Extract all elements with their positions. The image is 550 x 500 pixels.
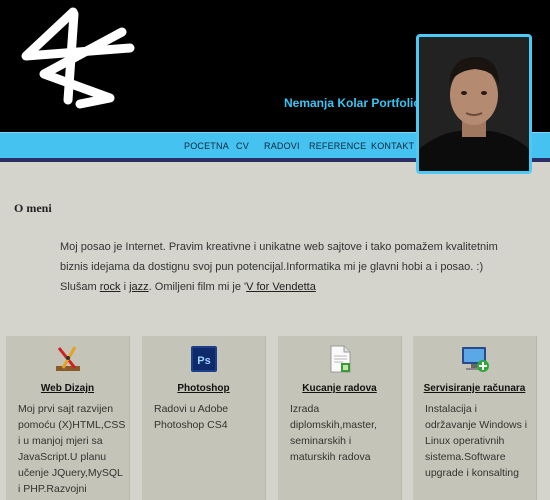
computer-service-icon — [461, 347, 489, 372]
site-title: Nemanja Kolar Portfolio — [284, 96, 421, 110]
card-line: i PHP.Razvojni — [18, 483, 87, 495]
card-line: Izrada — [290, 403, 320, 415]
card-line: pomoću (X)HTML,CSS — [18, 419, 126, 431]
nav-item-pocetna[interactable]: POCETNA — [184, 133, 229, 159]
card-line: maturskih radova — [290, 451, 371, 463]
service-card-photoshop: Ps Photoshop Radovi u Adobe Photoshop CS… — [142, 336, 266, 500]
about-line: Slušam rock i jazz. Omiljeni film mi je … — [60, 277, 510, 297]
web-design-icon — [55, 346, 80, 371]
nav-item-reference[interactable]: REFERENCE — [309, 133, 366, 159]
document-icon — [330, 345, 350, 373]
service-card-kucanje-radova: Kucanje radova Izrada diplomskih,master,… — [278, 336, 402, 500]
person-photo-icon — [419, 37, 529, 171]
section-title: O meni — [14, 201, 52, 215]
service-card-web-dizajn: Web Dizajn Moj prvi sajt razvijen pomoću… — [6, 336, 130, 500]
card-line: upgrade i konsalting — [425, 467, 519, 479]
card-text: Izrada diplomskih,master, seminarskih i … — [290, 401, 398, 465]
card-line: učenje JQuery,MySQL — [18, 467, 123, 479]
rock-link[interactable]: rock — [100, 281, 121, 293]
ks-logo-icon[interactable] — [18, 4, 148, 116]
nav-item-radovi[interactable]: RADOVI — [264, 133, 300, 159]
card-line: Instalacija i — [425, 403, 477, 415]
card-line: Linux operativnih — [425, 435, 505, 447]
about-line: Moj posao je Internet. Pravim kreativne … — [60, 241, 498, 253]
nav-item-kontakt[interactable]: KONTAKT — [371, 133, 414, 159]
film-link[interactable]: V for Vendetta — [246, 281, 316, 293]
profile-photo — [416, 34, 532, 174]
card-line: Photoshop CS4 — [154, 419, 228, 431]
photoshop-icon: Ps — [190, 346, 217, 372]
card-line: Moj prvi sajt razvijen — [18, 403, 114, 415]
card-title[interactable]: Photoshop — [142, 383, 265, 394]
card-title[interactable]: Servisiranje računara — [413, 383, 536, 394]
svg-text:Ps: Ps — [197, 355, 210, 367]
card-text: Moj prvi sajt razvijen pomoću (X)HTML,CS… — [18, 401, 126, 497]
card-line: i u manjoj mjeri sa — [18, 435, 103, 447]
about-text: Moj posao je Internet. Pravim kreativne … — [60, 237, 510, 297]
card-line: sistema.Software — [425, 451, 506, 463]
service-card-servisiranje: Servisiranje računara Instalacija i održ… — [413, 336, 537, 500]
about-text-fragment: Slušam — [60, 281, 100, 293]
card-title[interactable]: Kucanje radova — [278, 383, 401, 394]
nav-item-cv[interactable]: CV — [236, 133, 249, 159]
card-line: Radovi u Adobe — [154, 403, 229, 415]
about-text-fragment: i — [120, 281, 130, 293]
card-line: održavanje Windows i — [425, 419, 528, 431]
card-text: Instalacija i održavanje Windows i Linux… — [425, 401, 533, 481]
card-line: diplomskih,master, — [290, 419, 377, 431]
jazz-link[interactable]: jazz — [129, 281, 149, 293]
card-title[interactable]: Web Dizajn — [6, 383, 129, 394]
card-line: JavaScript.U planu — [18, 451, 107, 463]
about-line: biznis idejama da dostignu svoj pun pote… — [60, 261, 484, 273]
card-line: seminarskih i — [290, 435, 352, 447]
about-text-fragment: . Omiljeni film mi je ' — [148, 281, 247, 293]
card-text: Radovi u Adobe Photoshop CS4 — [154, 401, 262, 433]
